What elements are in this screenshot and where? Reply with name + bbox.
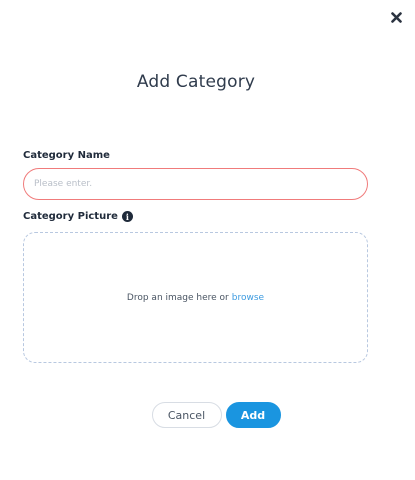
category-picture-label-row: Category Picture i xyxy=(23,211,133,222)
category-picture-label: Category Picture xyxy=(23,211,118,222)
browse-link[interactable]: browse xyxy=(232,293,264,303)
add-category-dialog: Add Category Category Name Category Pict… xyxy=(0,0,415,480)
category-name-input[interactable] xyxy=(23,168,368,200)
dialog-title: Add Category xyxy=(136,72,256,92)
info-icon[interactable]: i xyxy=(121,211,133,222)
cancel-button[interactable]: Cancel xyxy=(151,402,222,428)
close-icon[interactable] xyxy=(387,8,405,26)
dropzone-text: Drop an image here or xyxy=(126,292,229,303)
dialog-actions: Cancel Add xyxy=(0,402,392,428)
category-name-label: Category Name xyxy=(23,150,110,161)
image-dropzone[interactable]: Drop an image here or browse xyxy=(23,232,368,363)
add-button[interactable]: Add xyxy=(225,402,281,428)
